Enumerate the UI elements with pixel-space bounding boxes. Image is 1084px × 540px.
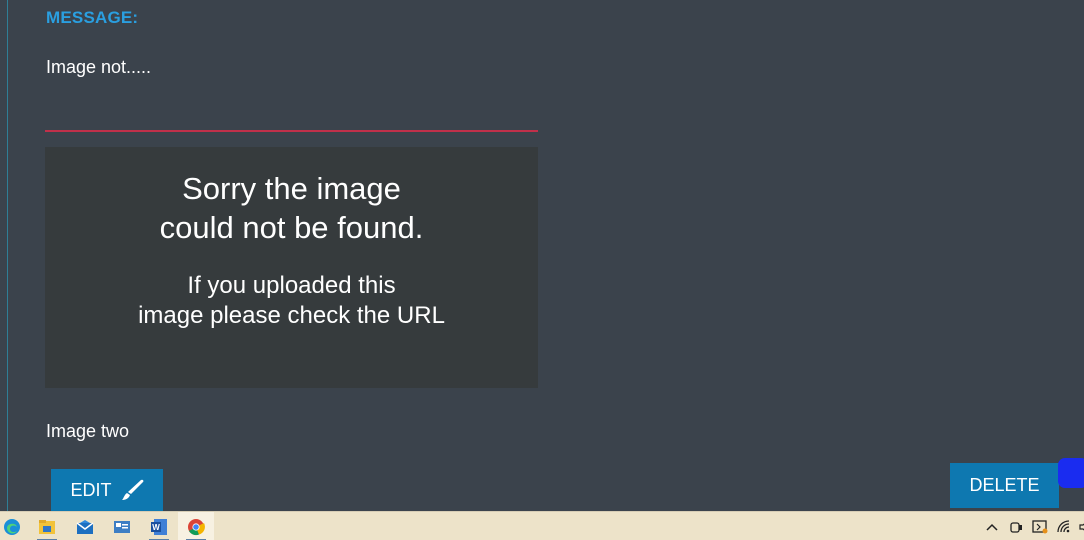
edit-button-label: EDIT	[70, 479, 112, 500]
svg-text:W: W	[152, 523, 160, 532]
chevron-up-icon[interactable]	[982, 512, 1002, 540]
floating-widget-tab[interactable]	[1058, 458, 1084, 488]
message-text: Image not.....	[46, 57, 152, 77]
image-caption: Image two	[46, 421, 130, 441]
placeholder-title-line2: could not be found.	[159, 210, 424, 245]
file-explorer-icon[interactable]	[29, 512, 65, 540]
left-border-line	[7, 0, 8, 511]
placeholder-sub-line2: image please check the URL	[138, 302, 445, 329]
message-label: MESSAGE:	[46, 8, 139, 27]
chrome-icon[interactable]	[178, 512, 214, 540]
image-not-found-placeholder: Sorry the image could not be found. If y…	[45, 147, 538, 388]
contacts-icon[interactable]	[104, 512, 140, 540]
speaker-icon[interactable]	[1074, 512, 1084, 540]
edge-icon[interactable]	[0, 512, 30, 540]
edit-button[interactable]: EDIT	[51, 469, 163, 511]
placeholder-title-line1: Sorry the image	[182, 171, 401, 206]
taskbar: W	[0, 511, 1084, 540]
placeholder-title: Sorry the image could not be found.	[45, 169, 538, 247]
divider-line	[45, 130, 538, 132]
battery-icon[interactable]	[1030, 512, 1050, 540]
delete-button[interactable]: DELETE	[950, 463, 1059, 508]
meet-icon[interactable]	[1006, 512, 1026, 540]
placeholder-subtitle: If you uploaded this image please check …	[45, 271, 538, 331]
placeholder-sub-line1: If you uploaded this	[187, 272, 396, 299]
pen-icon	[120, 479, 144, 501]
mail-icon[interactable]	[67, 512, 103, 540]
word-icon[interactable]: W	[141, 512, 177, 540]
wifi-icon[interactable]	[1055, 512, 1075, 540]
